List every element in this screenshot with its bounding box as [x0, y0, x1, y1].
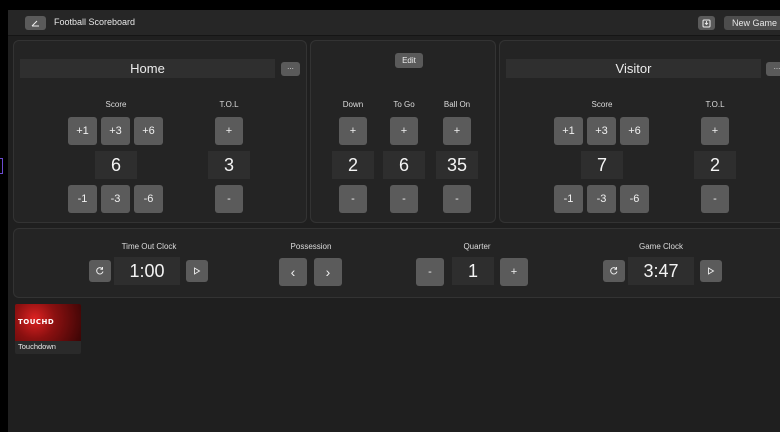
media-caption: Touchdown	[18, 342, 56, 351]
save-button[interactable]	[698, 16, 715, 30]
touchdown-thumbnail: TOUCHD	[15, 304, 81, 341]
down-plus-button[interactable]: +	[339, 117, 367, 145]
visitor-plus-3-button[interactable]: +3	[587, 117, 616, 145]
home-tol-label: T.O.L	[219, 100, 239, 109]
timeout-clock-label: Time Out Clock	[121, 242, 177, 251]
home-more-button[interactable]: ...	[281, 62, 300, 76]
home-team-name[interactable]: Home	[20, 59, 275, 78]
home-plus-3-button[interactable]: +3	[101, 117, 130, 145]
visitor-tol-plus-button[interactable]: +	[701, 117, 729, 145]
visitor-tol-value: 2	[694, 151, 736, 179]
possession-next-button[interactable]: ›	[314, 258, 342, 286]
ballon-minus-button[interactable]: -	[443, 185, 471, 213]
home-tol-plus-button[interactable]: +	[215, 117, 243, 145]
new-game-button[interactable]: New Game	[724, 16, 780, 30]
togo-plus-button[interactable]: +	[390, 117, 418, 145]
visitor-minus-3-button[interactable]: -3	[587, 185, 616, 213]
save-icon	[702, 19, 711, 27]
home-tol-minus-button[interactable]: -	[215, 185, 243, 213]
home-tol-value: 3	[208, 151, 250, 179]
quarter-label: Quarter	[463, 242, 491, 251]
game-clock-play-button[interactable]	[700, 260, 722, 282]
home-plus-1-button[interactable]: +1	[68, 117, 97, 145]
visitor-plus-1-button[interactable]: +1	[554, 117, 583, 145]
reset-icon	[96, 267, 104, 275]
play-icon	[708, 267, 715, 275]
reset-icon	[610, 267, 618, 275]
togo-minus-button[interactable]: -	[390, 185, 418, 213]
edit-icon	[31, 20, 39, 27]
home-score-value: 6	[95, 151, 137, 179]
home-minus-6-button[interactable]: -6	[134, 185, 163, 213]
home-team-panel: Home ... Score T.O.L +1 +3 +6 + 6 3 -1 -…	[13, 40, 307, 223]
quarter-minus-button[interactable]: -	[416, 258, 444, 286]
edit-button[interactable]: Edit	[395, 53, 423, 68]
home-score-label: Score	[105, 100, 127, 109]
timeout-clock-value: 1:00	[114, 257, 180, 285]
visitor-more-button[interactable]: ...	[766, 62, 780, 76]
visitor-plus-6-button[interactable]: +6	[620, 117, 649, 145]
visitor-score-label: Score	[591, 100, 613, 109]
possession-label: Possession	[290, 242, 332, 251]
visitor-minus-1-button[interactable]: -1	[554, 185, 583, 213]
timeout-reset-button[interactable]	[89, 260, 111, 282]
window-edge-indicator	[0, 158, 3, 174]
clock-controls-panel: Time Out Clock 1:00 Possession ‹ › Quart…	[13, 228, 780, 298]
visitor-tol-minus-button[interactable]: -	[701, 185, 729, 213]
title-bar: Football Scoreboard New Game	[8, 10, 780, 36]
ballon-plus-button[interactable]: +	[443, 117, 471, 145]
game-clock-value: 3:47	[628, 257, 694, 285]
down-minus-button[interactable]: -	[339, 185, 367, 213]
visitor-team-name[interactable]: Visitor	[506, 59, 761, 78]
quarter-plus-button[interactable]: +	[500, 258, 528, 286]
down-distance-panel: Edit Down To Go Ball On + + + 2 6 35 - -…	[310, 40, 496, 223]
togo-value: 6	[383, 151, 425, 179]
possession-prev-button[interactable]: ‹	[279, 258, 307, 286]
home-plus-6-button[interactable]: +6	[134, 117, 163, 145]
play-icon	[194, 267, 201, 275]
thumbnail-text: TOUCHD	[18, 318, 55, 326]
visitor-score-value: 7	[581, 151, 623, 179]
down-label: Down	[342, 100, 364, 109]
game-clock-reset-button[interactable]	[603, 260, 625, 282]
scoreboard-app: Football Scoreboard New Game Home ... Sc…	[8, 10, 780, 432]
touchdown-media-item[interactable]: TOUCHD Touchdown	[15, 304, 81, 354]
down-value: 2	[332, 151, 374, 179]
game-clock-label: Game Clock	[638, 242, 683, 251]
ballon-label: Ball On	[443, 100, 471, 109]
quarter-value: 1	[452, 257, 494, 285]
visitor-minus-6-button[interactable]: -6	[620, 185, 649, 213]
togo-label: To Go	[393, 100, 415, 109]
ballon-value: 35	[436, 151, 478, 179]
timeout-play-button[interactable]	[186, 260, 208, 282]
edit-layout-button[interactable]	[25, 16, 46, 30]
visitor-team-panel: Visitor ... Score T.O.L +1 +3 +6 + 7 2 -…	[499, 40, 780, 223]
window-title: Football Scoreboard	[54, 17, 136, 27]
visitor-tol-label: T.O.L	[705, 100, 725, 109]
home-minus-3-button[interactable]: -3	[101, 185, 130, 213]
home-minus-1-button[interactable]: -1	[68, 185, 97, 213]
